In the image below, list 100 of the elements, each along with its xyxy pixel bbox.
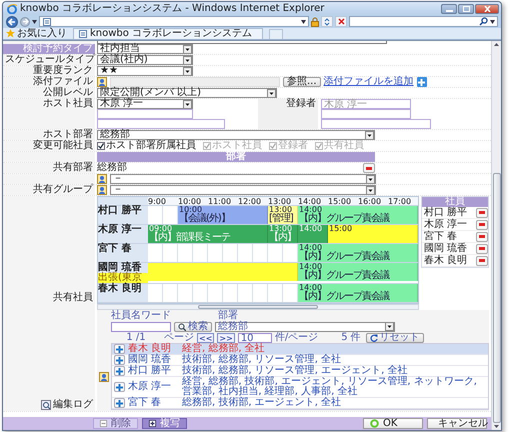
remove-button[interactable] — [476, 256, 488, 266]
dropdown[interactable]: 木原 淳一 — [97, 99, 193, 109]
caret-icon — [490, 20, 495, 24]
remove-button[interactable] — [476, 244, 488, 254]
department-list: 経営, 総務部, 技術部, エージェント, リソース管理, ネットワーク, 営業部, 社内担当, 経理部, 人事部, 全社 — [182, 377, 488, 397]
minus-icon — [479, 259, 485, 262]
result-row[interactable]: 木原 淳一 経営, 総務部, 技術部, エージェント, リソース管理, ネットワーク, 営業部, 社内担当, 経理部, 人事部, 全社 — [112, 377, 488, 398]
browser-tab[interactable]: knowbo コラボレーションシステム — [73, 28, 263, 39]
result-count: 5 件 — [341, 332, 361, 342]
event-time: 10:00 — [179, 206, 202, 214]
result-row[interactable]: 宮下 春 総務部, 技術部, エージェント, 全社 — [112, 398, 488, 409]
plus-icon — [116, 346, 122, 352]
remove-button[interactable] — [363, 163, 375, 173]
browse-button[interactable]: 参照... — [283, 77, 321, 87]
file-path-field[interactable] — [110, 77, 280, 87]
time-label: 9:00 — [148, 197, 167, 205]
dropdown[interactable]: 会議(社内) — [97, 55, 193, 65]
result-row[interactable]: 村口 勝平 技術部, 総務部, リソース管理, エージェント, 全社 — [112, 366, 488, 377]
event-time: 15:00 — [329, 225, 352, 233]
add-file-link[interactable]: 添付ファイルを追加 — [324, 77, 414, 87]
field-label: 共有グループ — [3, 185, 95, 195]
checkbox[interactable]: ホスト部署所属社員 — [97, 141, 196, 151]
field-label: 登録者 — [258, 99, 318, 129]
search-button[interactable]: 検索 — [174, 322, 212, 332]
time-label: 16:00 — [358, 197, 382, 205]
time-label: 13:00 — [268, 197, 292, 205]
add-button[interactable] — [114, 366, 124, 376]
reset-icon — [370, 334, 378, 342]
event-time: 13:00 — [269, 206, 292, 214]
time-label: 14:00 — [298, 197, 322, 205]
add-button[interactable] — [114, 382, 124, 392]
dropdown[interactable]: 社内担当 — [97, 44, 193, 54]
event-note: 出張(東京 — [98, 273, 148, 283]
favorites-button[interactable]: お気に入り — [6, 28, 67, 39]
add-button[interactable] — [114, 355, 124, 365]
dropdown[interactable]: 限定公開(メンバ 以上) — [97, 88, 277, 98]
maximize-button[interactable] — [458, 4, 474, 14]
horizontal-scrollbar[interactable] — [97, 304, 419, 310]
remove-button[interactable] — [476, 232, 488, 242]
back-button[interactable] — [6, 16, 18, 28]
employee-name: 春木 良明 — [98, 284, 142, 294]
event-title: 【内】部課長ミーテ — [149, 233, 230, 243]
employee-name: 村口 勝平 — [127, 366, 172, 376]
add-button[interactable] — [114, 398, 124, 408]
per-page-field[interactable]: 10 — [238, 332, 272, 342]
plus-icon — [116, 384, 122, 390]
address-book-icon[interactable] — [97, 185, 107, 195]
scroll-thumb[interactable] — [492, 173, 500, 423]
dropdown[interactable]: － — [110, 174, 376, 184]
edit-log-button[interactable]: 編集ログ — [41, 400, 93, 410]
remove-button[interactable] — [476, 208, 488, 218]
add-button[interactable] — [114, 344, 124, 354]
cancel-button[interactable]: キャンセル — [427, 418, 487, 429]
department-list: 経営, 総務部, 全社 — [182, 344, 488, 354]
text-field[interactable] — [97, 119, 225, 129]
refresh-button[interactable] — [321, 16, 333, 27]
address-field[interactable] — [39, 16, 309, 27]
previous-page-button[interactable]: << — [197, 332, 214, 342]
field-label: 公開レベル — [3, 88, 95, 98]
up-arrow-icon[interactable] — [494, 43, 499, 46]
address-book-icon[interactable] — [97, 77, 107, 87]
event-time: 14:00 — [299, 263, 322, 271]
employee-name: 春木 良明 — [127, 344, 172, 354]
field-label: 共有部署 — [3, 163, 95, 173]
caret-icon[interactable] — [32, 20, 37, 24]
event-title: 【内】グループ責会議 — [299, 252, 389, 262]
time-label: 12:00 — [238, 197, 262, 205]
plus-icon — [116, 400, 122, 406]
minimize-button[interactable] — [441, 4, 457, 14]
text-field[interactable] — [321, 119, 431, 129]
caret-icon — [301, 20, 306, 24]
remove-button[interactable] — [476, 220, 488, 230]
text-field[interactable] — [321, 109, 411, 119]
employee-name: 木原 淳一 — [424, 220, 468, 230]
dropdown[interactable]: ★★ — [97, 66, 193, 76]
dropdown[interactable]: 総務部 — [215, 322, 395, 332]
star-icon — [6, 29, 15, 38]
result-row[interactable]: 國岡 琉香 技術部, 総務部, リソース管理, 全社 — [112, 355, 488, 366]
plus-icon — [116, 356, 122, 364]
stop-button[interactable] — [335, 16, 347, 27]
field-label: ホスト部署 — [3, 130, 95, 140]
field-label: 部署 — [218, 310, 238, 320]
ok-button[interactable]: OK — [363, 418, 423, 429]
down-arrow-icon[interactable] — [494, 425, 499, 428]
minus-icon — [100, 419, 107, 428]
search-field[interactable] — [349, 16, 498, 27]
address-book-icon[interactable] — [97, 174, 107, 184]
text-field[interactable] — [97, 109, 193, 119]
dropdown[interactable]: 総務部 — [97, 130, 375, 140]
back-arrow-icon — [8, 18, 16, 26]
dropdown[interactable]: － — [110, 185, 376, 195]
address-book-icon[interactable] — [99, 372, 109, 382]
vertical-scrollbar[interactable] — [491, 41, 501, 430]
scroll-thumb[interactable] — [198, 305, 318, 309]
event-time: 14:00 — [299, 206, 322, 214]
search-word-field[interactable] — [111, 322, 171, 332]
reset-button[interactable]: リセット — [366, 332, 424, 342]
time-label: 11:00 — [208, 197, 232, 205]
next-page-button[interactable]: >> — [217, 332, 235, 342]
close-button[interactable] — [475, 4, 499, 14]
